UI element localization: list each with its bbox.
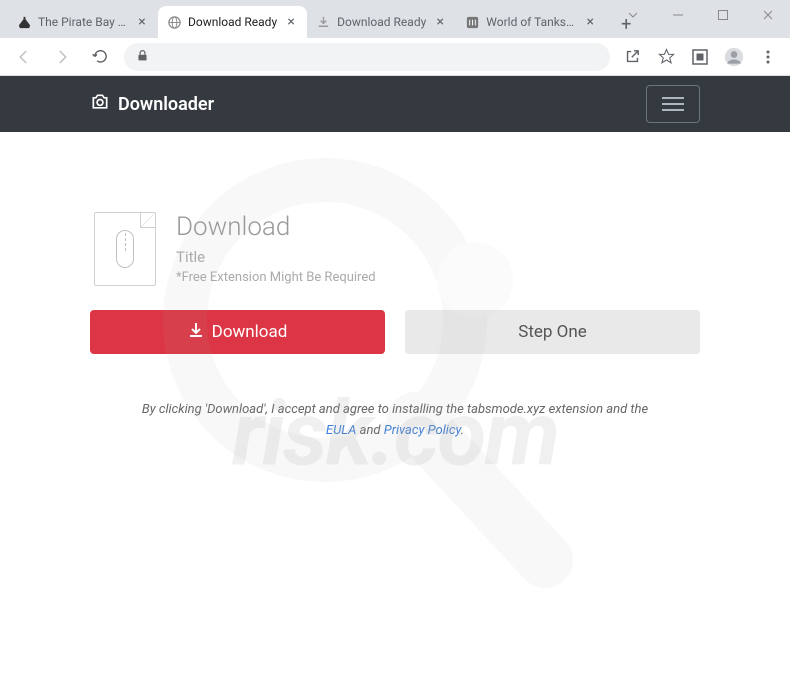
brand-text: Downloader (118, 94, 214, 115)
download-button[interactable]: Download (90, 310, 385, 354)
download-note: *Free Extension Might Be Required (176, 270, 376, 285)
tab-2[interactable]: Download Ready × (307, 6, 456, 38)
favicon-ship-icon (16, 14, 32, 30)
download-heading: Download (176, 212, 376, 242)
tab-title: The Pirate Bay - Th (38, 15, 128, 29)
browser-toolbar (0, 38, 790, 76)
hamburger-menu-button[interactable] (646, 85, 700, 123)
close-window-button[interactable] (745, 0, 790, 30)
favicon-globe-icon (166, 14, 182, 30)
tab-title: Download Ready (188, 15, 277, 29)
share-icon[interactable] (620, 45, 644, 69)
disclaimer-text: By clicking 'Download', I accept and agr… (90, 400, 700, 442)
bookmark-star-icon[interactable] (654, 45, 678, 69)
lock-icon (136, 47, 149, 66)
main-content: Download Title *Free Extension Might Be … (0, 132, 790, 442)
close-icon[interactable]: × (134, 14, 150, 30)
extensions-icon[interactable] (688, 45, 712, 69)
download-button-label: Download (212, 322, 288, 342)
favicon-download-icon (315, 14, 331, 30)
profile-avatar-icon[interactable] (722, 45, 746, 69)
window-controls (610, 0, 790, 30)
download-subtitle: Title (176, 248, 376, 266)
menu-dots-icon[interactable] (756, 45, 780, 69)
dropdown-icon[interactable] (610, 0, 655, 30)
close-icon[interactable]: × (582, 14, 598, 30)
tab-0[interactable]: The Pirate Bay - Th × (8, 6, 158, 38)
close-icon[interactable]: × (283, 14, 299, 30)
address-bar[interactable] (124, 43, 610, 71)
step-one-label: Step One (518, 322, 587, 342)
tab-3[interactable]: World of Tanks—Fr × (456, 6, 606, 38)
minimize-button[interactable] (655, 0, 700, 30)
zip-file-icon (94, 212, 156, 286)
back-button[interactable] (10, 43, 38, 71)
hamburger-icon (662, 103, 684, 105)
favicon-wot-icon (464, 14, 480, 30)
maximize-button[interactable] (700, 0, 745, 30)
tab-1[interactable]: Download Ready × (158, 6, 307, 38)
brand[interactable]: Downloader (90, 92, 214, 117)
close-icon[interactable]: × (432, 14, 448, 30)
forward-button[interactable] (48, 43, 76, 71)
tab-title: Download Ready (337, 15, 426, 29)
page-header: Downloader (0, 76, 790, 132)
privacy-policy-link[interactable]: Privacy Policy (384, 423, 461, 438)
reload-button[interactable] (86, 43, 114, 71)
tab-title: World of Tanks—Fr (486, 15, 576, 29)
eula-link[interactable]: EULA (326, 423, 356, 438)
step-one-button[interactable]: Step One (405, 310, 700, 354)
download-icon (188, 322, 204, 343)
camera-icon (90, 92, 110, 117)
